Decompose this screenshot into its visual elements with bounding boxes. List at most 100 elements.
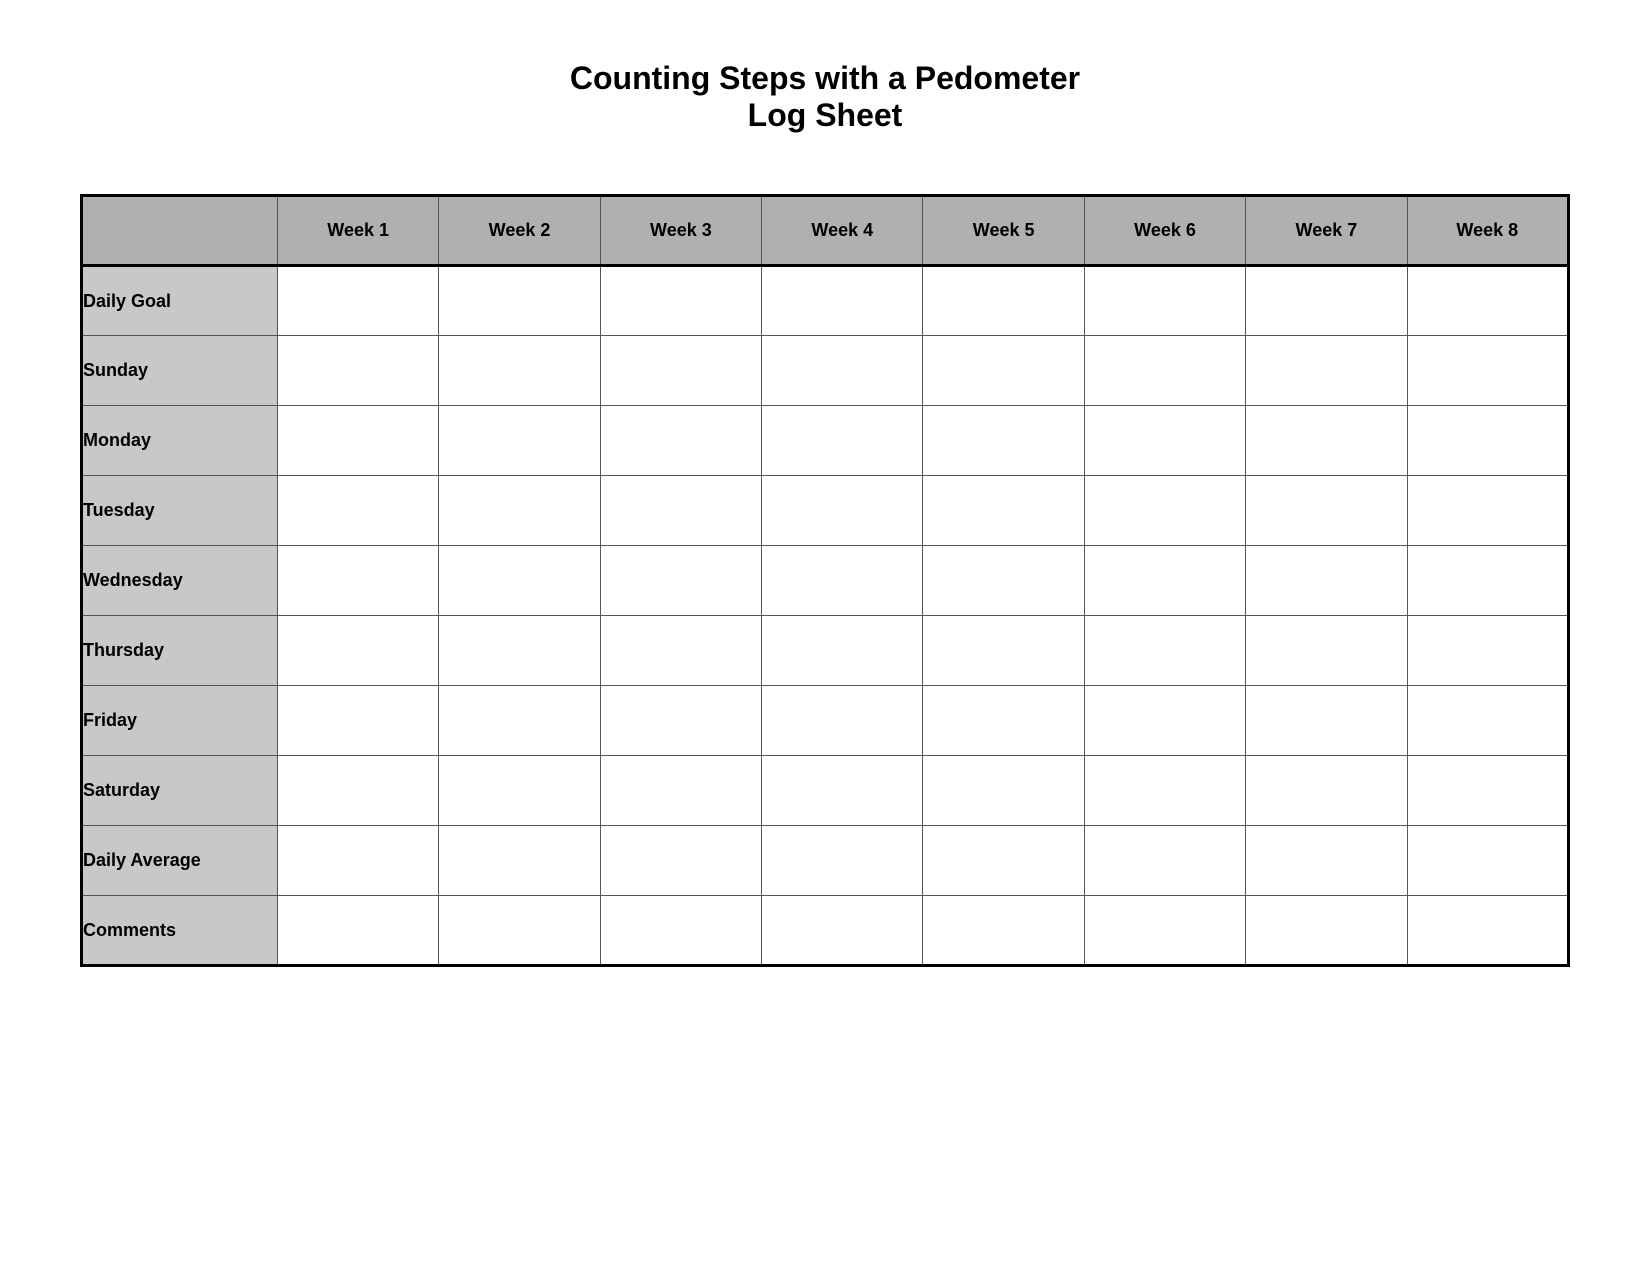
cell-thursday-w1[interactable]	[277, 616, 438, 686]
label-thursday: Thursday	[82, 616, 278, 686]
cell-sunday-w1[interactable]	[277, 336, 438, 406]
header-week-3: Week 3	[600, 196, 761, 266]
header-week-1: Week 1	[277, 196, 438, 266]
cell-daily-avg-w3[interactable]	[600, 826, 761, 896]
cell-friday-w8[interactable]	[1407, 686, 1568, 756]
cell-monday-w5[interactable]	[923, 406, 1084, 476]
row-daily-average: Daily Average	[82, 826, 1569, 896]
cell-thursday-w6[interactable]	[1084, 616, 1245, 686]
cell-tuesday-w6[interactable]	[1084, 476, 1245, 546]
cell-daily-goal-w4[interactable]	[762, 266, 923, 336]
cell-thursday-w3[interactable]	[600, 616, 761, 686]
cell-comments-w6[interactable]	[1084, 896, 1245, 966]
table-body: Daily Goal Sunday Monday	[82, 266, 1569, 966]
cell-monday-w4[interactable]	[762, 406, 923, 476]
cell-daily-goal-w6[interactable]	[1084, 266, 1245, 336]
cell-sunday-w8[interactable]	[1407, 336, 1568, 406]
row-monday: Monday	[82, 406, 1569, 476]
cell-daily-avg-w1[interactable]	[277, 826, 438, 896]
cell-tuesday-w5[interactable]	[923, 476, 1084, 546]
cell-daily-goal-w1[interactable]	[277, 266, 438, 336]
cell-monday-w3[interactable]	[600, 406, 761, 476]
cell-daily-avg-w6[interactable]	[1084, 826, 1245, 896]
cell-wednesday-w6[interactable]	[1084, 546, 1245, 616]
cell-wednesday-w4[interactable]	[762, 546, 923, 616]
cell-friday-w7[interactable]	[1246, 686, 1407, 756]
cell-comments-w1[interactable]	[277, 896, 438, 966]
cell-saturday-w4[interactable]	[762, 756, 923, 826]
cell-thursday-w5[interactable]	[923, 616, 1084, 686]
cell-tuesday-w8[interactable]	[1407, 476, 1568, 546]
cell-saturday-w5[interactable]	[923, 756, 1084, 826]
cell-daily-avg-w4[interactable]	[762, 826, 923, 896]
cell-saturday-w1[interactable]	[277, 756, 438, 826]
cell-monday-w8[interactable]	[1407, 406, 1568, 476]
header-week-4: Week 4	[762, 196, 923, 266]
cell-thursday-w7[interactable]	[1246, 616, 1407, 686]
cell-comments-w4[interactable]	[762, 896, 923, 966]
cell-friday-w1[interactable]	[277, 686, 438, 756]
cell-daily-goal-w8[interactable]	[1407, 266, 1568, 336]
cell-friday-w4[interactable]	[762, 686, 923, 756]
cell-tuesday-w2[interactable]	[439, 476, 600, 546]
cell-daily-goal-w2[interactable]	[439, 266, 600, 336]
cell-monday-w7[interactable]	[1246, 406, 1407, 476]
cell-tuesday-w4[interactable]	[762, 476, 923, 546]
cell-daily-avg-w5[interactable]	[923, 826, 1084, 896]
cell-comments-w5[interactable]	[923, 896, 1084, 966]
header-week-7: Week 7	[1246, 196, 1407, 266]
cell-monday-w1[interactable]	[277, 406, 438, 476]
cell-daily-goal-w3[interactable]	[600, 266, 761, 336]
cell-tuesday-w3[interactable]	[600, 476, 761, 546]
cell-sunday-w3[interactable]	[600, 336, 761, 406]
cell-tuesday-w1[interactable]	[277, 476, 438, 546]
cell-daily-avg-w2[interactable]	[439, 826, 600, 896]
row-sunday: Sunday	[82, 336, 1569, 406]
header-week-6: Week 6	[1084, 196, 1245, 266]
cell-saturday-w2[interactable]	[439, 756, 600, 826]
cell-daily-avg-w7[interactable]	[1246, 826, 1407, 896]
cell-sunday-w4[interactable]	[762, 336, 923, 406]
cell-sunday-w2[interactable]	[439, 336, 600, 406]
cell-monday-w2[interactable]	[439, 406, 600, 476]
cell-comments-w8[interactable]	[1407, 896, 1568, 966]
cell-saturday-w8[interactable]	[1407, 756, 1568, 826]
cell-saturday-w3[interactable]	[600, 756, 761, 826]
cell-daily-goal-w7[interactable]	[1246, 266, 1407, 336]
cell-saturday-w6[interactable]	[1084, 756, 1245, 826]
cell-thursday-w8[interactable]	[1407, 616, 1568, 686]
cell-friday-w6[interactable]	[1084, 686, 1245, 756]
cell-wednesday-w7[interactable]	[1246, 546, 1407, 616]
cell-sunday-w7[interactable]	[1246, 336, 1407, 406]
cell-wednesday-w2[interactable]	[439, 546, 600, 616]
label-sunday: Sunday	[82, 336, 278, 406]
cell-sunday-w5[interactable]	[923, 336, 1084, 406]
cell-comments-w7[interactable]	[1246, 896, 1407, 966]
cell-tuesday-w7[interactable]	[1246, 476, 1407, 546]
row-tuesday: Tuesday	[82, 476, 1569, 546]
cell-wednesday-w3[interactable]	[600, 546, 761, 616]
cell-wednesday-w5[interactable]	[923, 546, 1084, 616]
label-tuesday: Tuesday	[82, 476, 278, 546]
page-title: Counting Steps with a Pedometer Log Shee…	[570, 60, 1080, 134]
label-wednesday: Wednesday	[82, 546, 278, 616]
cell-friday-w5[interactable]	[923, 686, 1084, 756]
cell-saturday-w7[interactable]	[1246, 756, 1407, 826]
cell-sunday-w6[interactable]	[1084, 336, 1245, 406]
cell-monday-w6[interactable]	[1084, 406, 1245, 476]
cell-daily-goal-w5[interactable]	[923, 266, 1084, 336]
cell-comments-w3[interactable]	[600, 896, 761, 966]
cell-daily-avg-w8[interactable]	[1407, 826, 1568, 896]
label-daily-average: Daily Average	[82, 826, 278, 896]
header-empty	[82, 196, 278, 266]
cell-friday-w2[interactable]	[439, 686, 600, 756]
cell-wednesday-w1[interactable]	[277, 546, 438, 616]
cell-thursday-w4[interactable]	[762, 616, 923, 686]
cell-wednesday-w8[interactable]	[1407, 546, 1568, 616]
cell-thursday-w2[interactable]	[439, 616, 600, 686]
header-week-2: Week 2	[439, 196, 600, 266]
cell-friday-w3[interactable]	[600, 686, 761, 756]
row-friday: Friday	[82, 686, 1569, 756]
cell-comments-w2[interactable]	[439, 896, 600, 966]
row-saturday: Saturday	[82, 756, 1569, 826]
